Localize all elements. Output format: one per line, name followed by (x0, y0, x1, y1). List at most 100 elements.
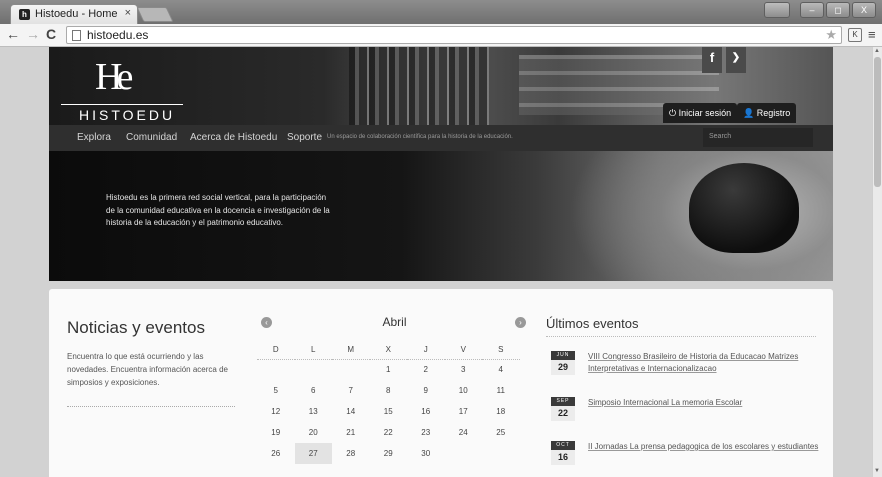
maximize-button[interactable]: ◻ (826, 2, 850, 18)
bookmark-star-icon[interactable]: ★ (825, 27, 837, 43)
scroll-down-icon[interactable]: ▼ (874, 468, 880, 474)
calendar-day[interactable]: 8 (370, 380, 408, 401)
calendar-day[interactable]: 21 (332, 422, 370, 443)
calendar-day[interactable]: 12 (257, 401, 295, 422)
address-bar[interactable]: histoedu.es ★ (66, 26, 842, 44)
calendar-day[interactable]: 9 (407, 380, 445, 401)
calendar-day[interactable]: 17 (445, 401, 483, 422)
calendar-day[interactable]: 4 (482, 359, 520, 380)
main-nav: Explora Comunidad Acerca de Histoedu Sop… (49, 125, 833, 151)
logo-text[interactable]: HISTOEDU (79, 107, 175, 123)
register-button[interactable]: 👤 Registro (737, 103, 797, 123)
url-text: histoedu.es (87, 28, 149, 42)
calendar-day[interactable]: 23 (407, 422, 445, 443)
minimize-button[interactable]: – (800, 2, 824, 18)
calendar-day[interactable]: 20 (295, 422, 333, 443)
calendar-day[interactable]: 5 (257, 380, 295, 401)
tab-close-icon[interactable]: × (125, 7, 131, 19)
event-title-link[interactable]: Simposio Internacional La memoria Escola… (588, 397, 820, 409)
calendar-day (445, 443, 483, 464)
tab-title: Histoedu - Home (35, 8, 118, 20)
logo-mark-icon[interactable]: He (95, 55, 133, 99)
calendar-day (332, 359, 370, 380)
calendar-day[interactable]: 19 (257, 422, 295, 443)
favicon-icon: h (19, 9, 30, 20)
calendar-day[interactable]: 3 (445, 359, 483, 380)
nav-item-comunidad[interactable]: Comunidad (126, 132, 177, 143)
calendar-day[interactable]: 14 (332, 401, 370, 422)
weekday-header: M (332, 341, 370, 360)
calendar-day[interactable]: 10 (445, 380, 483, 401)
facebook-icon[interactable]: f (702, 47, 722, 73)
calendar-day[interactable]: 6 (295, 380, 333, 401)
browser-tab[interactable]: h Histoedu - Home × (10, 4, 138, 24)
hero-text: Histoedu es la primera red social vertic… (106, 193, 330, 227)
twitter-icon[interactable]: ❯ (726, 47, 746, 73)
reload-icon[interactable]: C (46, 26, 56, 42)
calendar-week: 19 20 21 22 23 24 25 (257, 422, 520, 443)
weekday-header: J (407, 341, 445, 360)
scroll-up-icon[interactable]: ▲ (874, 48, 880, 54)
extension-icon[interactable]: K (848, 28, 862, 42)
new-tab-button[interactable] (136, 7, 174, 22)
page-icon (72, 30, 81, 41)
calendar-week: 12 13 14 15 16 17 18 (257, 401, 520, 422)
calendar-day[interactable]: 30 (407, 443, 445, 464)
calendar-day[interactable]: 26 (257, 443, 295, 464)
next-month-icon[interactable]: › (515, 317, 526, 328)
calendar-week: 26 27 28 29 30 (257, 443, 520, 464)
event-date: OCT 16 (551, 441, 575, 465)
back-arrow-icon[interactable]: ← (6, 26, 20, 42)
noticias-title: Noticias y eventos (67, 318, 205, 337)
window-controls: – ◻ X (764, 2, 876, 18)
nav-item-explora[interactable]: Explora (77, 132, 111, 143)
site-header: He HISTOEDU f ❯ ⏻ Iniciar sesión 👤 Regis… (49, 47, 833, 125)
weekday-header: S (482, 341, 520, 360)
search-input[interactable]: Search (703, 128, 813, 147)
logo-divider (61, 104, 183, 105)
calendar-day[interactable]: 1 (370, 359, 408, 380)
event-title-link[interactable]: VIII Congresso Brasileiro de Historia da… (588, 351, 820, 375)
browser-titlebar: h Histoedu - Home × – ◻ X (0, 0, 882, 24)
nav-item-soporte[interactable]: Soporte (287, 132, 322, 143)
site-tagline: Un espacio de colaboración científica pa… (327, 134, 513, 140)
profile-icon[interactable] (764, 2, 790, 18)
event-title-link[interactable]: II Jornadas La prensa pedagogica de los … (588, 441, 820, 453)
web-page: He HISTOEDU f ❯ ⏻ Iniciar sesión 👤 Regis… (0, 47, 872, 477)
calendar-week: 1234 (257, 359, 520, 380)
calendar-week: 5 6 7 8 9 10 11 (257, 380, 520, 401)
noticias-description: Encuentra lo que está ocurriendo y las n… (67, 352, 228, 387)
calendar-day[interactable]: 2 (407, 359, 445, 380)
nav-item-acerca[interactable]: Acerca de Histoedu (190, 132, 277, 143)
header-photo (349, 47, 489, 125)
browser-toolbar: ← → C histoedu.es ★ K ≡ (0, 24, 882, 47)
forward-arrow-icon[interactable]: → (26, 26, 40, 42)
close-window-button[interactable]: X (852, 2, 876, 18)
event-month: OCT (551, 441, 575, 450)
calendar-day (482, 443, 520, 464)
page-scrollbar[interactable]: ▲ ▼ (872, 47, 882, 477)
calendar-day[interactable]: 15 (370, 401, 408, 422)
login-button[interactable]: ⏻ Iniciar sesión (663, 103, 738, 123)
calendar-day[interactable]: 16 (407, 401, 445, 422)
calendar-day[interactable]: 25 (482, 422, 520, 443)
calendar-grid: DLMXJVS 1 2 3 4 5 6 7 8 9 10 11 12 13 14 15 16 17 18 19 20 2… (257, 341, 520, 464)
calendar-day[interactable]: 11 (482, 380, 520, 401)
event-day: 22 (551, 406, 575, 421)
event-day: 16 (551, 450, 575, 465)
calendar-day[interactable]: 28 (332, 443, 370, 464)
calendar-day[interactable]: 13 (295, 401, 333, 422)
menu-icon[interactable]: ≡ (868, 27, 876, 42)
news-events-panel: Noticias y eventos Encuentra lo que está… (49, 289, 833, 477)
event-day: 29 (551, 360, 575, 375)
calendar-day[interactable]: 18 (482, 401, 520, 422)
calendar-day[interactable]: 27 (294, 443, 332, 464)
event-month: JUN (551, 351, 575, 360)
calendar-day[interactable]: 24 (445, 422, 483, 443)
calendar-day[interactable]: 29 (370, 443, 408, 464)
weekday-header: L (294, 341, 332, 360)
calendar-day[interactable]: 7 (332, 380, 370, 401)
scrollbar-thumb[interactable] (874, 57, 881, 187)
calendar-day[interactable]: 22 (370, 422, 408, 443)
calendar-month: Abril (382, 315, 407, 329)
